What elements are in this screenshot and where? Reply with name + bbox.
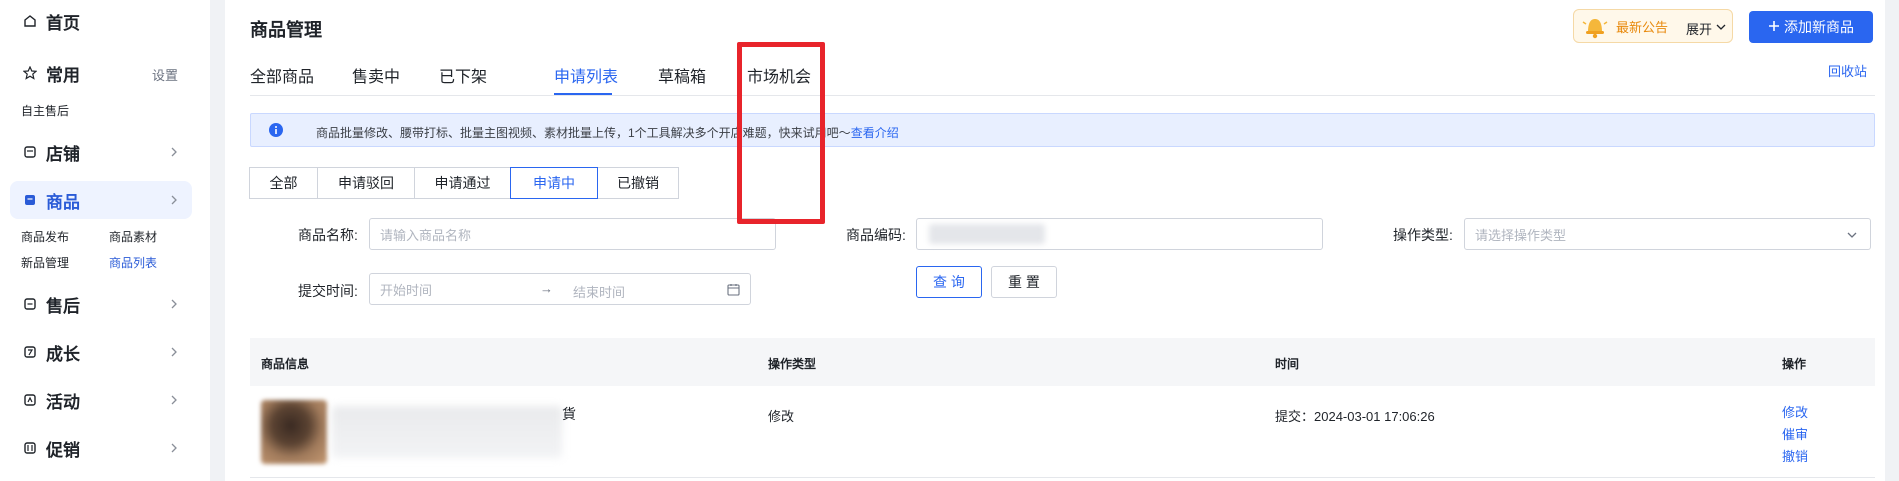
store-icon [22, 144, 38, 160]
sidebar-item-label: 售后 [46, 296, 80, 316]
column-header: 操作类型 [768, 357, 817, 371]
sidebar-item-label: 成长 [46, 344, 80, 364]
column-header: 操作 [1782, 357, 1807, 371]
column-header: 时间 [1275, 357, 1300, 371]
sidebar-sub-goods-material[interactable]: 商品素材 [109, 228, 157, 245]
notice-banner[interactable]: 最新公告 展开 [1573, 9, 1733, 43]
revoke-link[interactable]: 撤销 [1782, 446, 1808, 465]
notice-expand[interactable]: 展开 [1686, 19, 1712, 38]
goods-name-label: 商品名称: [298, 227, 358, 243]
chevron-right-icon [170, 145, 178, 161]
end-time-placeholder: 结束时间 [573, 285, 626, 300]
sidebar-item-promotion[interactable]: 促销 [10, 429, 192, 467]
product-title-tail: 貨 [562, 406, 576, 422]
sidebar-item-label: 活动 [46, 392, 80, 412]
chevron-right-icon [170, 193, 178, 209]
tab-bar: 全部商品 售卖中 已下架 申请列表 草稿箱 市场机会 [250, 60, 1875, 96]
sidebar-item-label: 常用 [46, 65, 80, 85]
promotion-icon [22, 440, 38, 456]
goods-code-label: 商品编码: [846, 227, 906, 243]
add-new-goods-button[interactable]: 添加新商品 [1749, 11, 1873, 43]
view-intro-link[interactable]: 查看介绍 [851, 126, 899, 140]
calendar-icon [727, 283, 740, 299]
status-revoked[interactable]: 已撤销 [597, 167, 679, 199]
range-arrow: → [540, 281, 553, 296]
sidebar-item-growth[interactable]: 成长 [10, 333, 192, 371]
product-thumbnail[interactable] [261, 400, 327, 464]
chevron-down-icon [1846, 229, 1858, 244]
goods-name-placeholder: 请输入商品名称 [380, 227, 472, 243]
status-filter-group: 全部 申请驳回 申请通过 申请中 已撤销 [249, 167, 679, 199]
op-type-select[interactable]: 请选择操作类型 [1464, 218, 1871, 250]
info-message: 商品批量修改、腰带打标、批量主图视频、素材批量上传，1个工具解决多个开店难题，快… [316, 124, 899, 141]
aftersale-icon [22, 296, 38, 312]
main-content: 商品管理 最新公告 展开 添加新商品 回收站 全部商品 售卖中 已下架 申请列表… [225, 0, 1885, 481]
status-all[interactable]: 全部 [249, 167, 318, 199]
sidebar-sub-new-goods[interactable]: 新品管理 [21, 254, 69, 271]
chevron-right-icon [170, 297, 178, 313]
tab-application-list[interactable]: 申请列表 [554, 63, 618, 87]
chevron-right-icon [170, 393, 178, 409]
star-icon [22, 65, 38, 81]
sidebar-item-store[interactable]: 店铺 [10, 133, 192, 171]
op-type-cell: 修改 [768, 409, 795, 424]
notice-text: 最新公告 [1616, 19, 1669, 35]
sidebar-sub-goods-list[interactable]: 商品列表 [109, 254, 157, 271]
sidebar-item-activity[interactable]: 活动 [10, 381, 192, 419]
sidebar-item-label: 首页 [46, 13, 80, 33]
sidebar-item-label: 促销 [46, 440, 80, 460]
page-title: 商品管理 [250, 20, 322, 40]
tab-market-opportunity[interactable]: 市场机会 [747, 63, 811, 87]
chevron-right-icon [170, 345, 178, 361]
query-button[interactable]: 查 询 [916, 266, 982, 298]
start-time-placeholder: 开始时间 [380, 282, 433, 298]
table-row: 貨 修改 提交：2024-03-01 17:06:26 修改 催审 撤销 [250, 386, 1875, 478]
sidebar-item-label: 店铺 [46, 144, 80, 164]
sidebar-sub-goods-publish[interactable]: 商品发布 [21, 228, 69, 245]
active-tab-indicator [554, 93, 612, 95]
chevron-right-icon [170, 441, 178, 457]
sidebar-item-home[interactable]: 首页 [10, 2, 192, 40]
column-header: 商品信息 [261, 357, 310, 371]
submit-time-label: 提交时间: [298, 283, 358, 299]
tab-off-shelf[interactable]: 已下架 [439, 63, 487, 87]
settings-link[interactable]: 设置 [152, 65, 178, 84]
blurred-product-title [332, 406, 562, 458]
blurred-value [929, 224, 1045, 244]
time-cell: 提交：2024-03-01 17:06:26 [1275, 409, 1435, 424]
reset-button[interactable]: 重 置 [991, 266, 1057, 298]
urge-review-link[interactable]: 催审 [1782, 424, 1808, 443]
status-rejected[interactable]: 申请驳回 [317, 167, 415, 199]
bell-icon [1580, 14, 1610, 43]
sidebar: 首页 常用 设置 自主售后 店铺 商品 商品发布 商品素材 新品管理 商品列表 … [0, 0, 210, 481]
plus-icon [1768, 19, 1780, 35]
add-button-label: 添加新商品 [1784, 19, 1854, 35]
status-pending[interactable]: 申请中 [510, 167, 598, 199]
goods-icon [22, 192, 38, 208]
chevron-down-icon[interactable] [1715, 20, 1727, 36]
op-type-label: 操作类型: [1393, 227, 1453, 243]
info-banner: 商品批量修改、腰带打标、批量主图视频、素材批量上传，1个工具解决多个开店难题，快… [250, 113, 1875, 147]
tab-all-goods[interactable]: 全部商品 [250, 63, 314, 87]
home-icon [22, 13, 38, 29]
tab-drafts[interactable]: 草稿箱 [658, 63, 706, 87]
submit-time-range[interactable]: 开始时间 → 结束时间 [369, 273, 751, 305]
status-approved[interactable]: 申请通过 [414, 167, 511, 199]
sidebar-item-aftersale[interactable]: 售后 [10, 285, 192, 323]
sidebar-item-label: 商品 [46, 192, 80, 212]
sidebar-item-common[interactable]: 常用 设置 [10, 54, 192, 92]
growth-icon [22, 344, 38, 360]
info-icon [269, 123, 283, 140]
op-type-placeholder: 请选择操作类型 [1475, 227, 1567, 243]
sidebar-sub-self-aftersale[interactable]: 自主售后 [21, 102, 69, 119]
sidebar-item-goods[interactable]: 商品 [10, 181, 192, 219]
activity-icon [22, 392, 38, 408]
goods-name-input[interactable]: 请输入商品名称 [369, 218, 776, 250]
goods-code-input[interactable] [916, 218, 1323, 250]
modify-link[interactable]: 修改 [1782, 402, 1808, 421]
info-message-text: 商品批量修改、腰带打标、批量主图视频、素材批量上传，1个工具解决多个开店难题，快… [316, 126, 851, 140]
tab-on-sale[interactable]: 售卖中 [352, 63, 400, 87]
table-header: 商品信息 操作类型 时间 操作 [250, 338, 1875, 386]
